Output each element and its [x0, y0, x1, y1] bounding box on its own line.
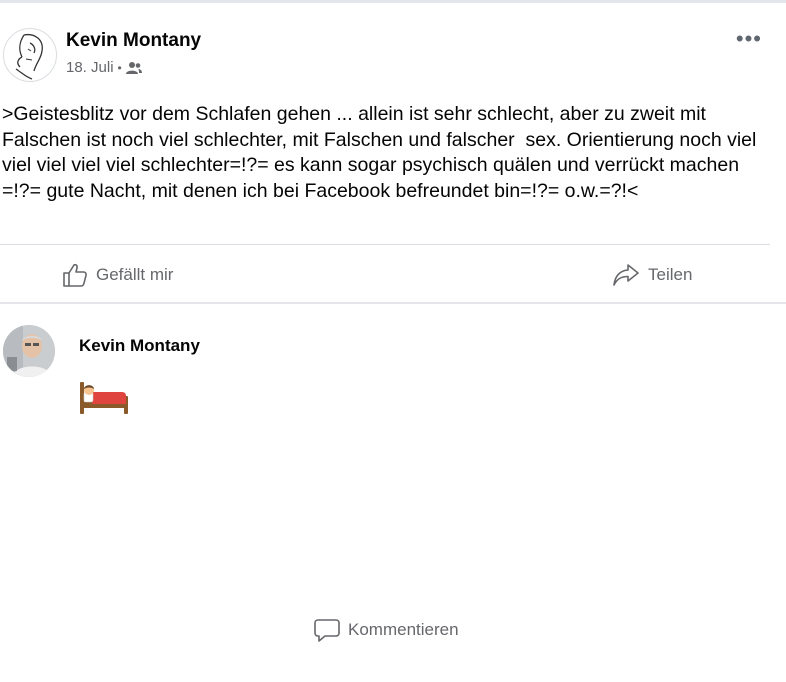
post-divider	[0, 244, 770, 245]
share-label: Teilen	[648, 265, 693, 284]
friends-icon	[125, 61, 142, 74]
person-photo-icon	[3, 325, 55, 377]
top-divider	[0, 0, 786, 3]
bed-emoji-icon	[78, 376, 130, 421]
share-button[interactable]: Teilen	[612, 256, 692, 294]
sketch-face-icon	[15, 33, 43, 80]
more-options-icon[interactable]: •••	[736, 26, 762, 52]
comment-label: Kommentieren	[348, 620, 459, 639]
thumbs-up-icon	[63, 263, 87, 287]
comment-author-name[interactable]: Kevin Montany	[79, 336, 200, 356]
commenter-avatar[interactable]	[3, 325, 55, 377]
post-author-name[interactable]: Kevin Montany	[66, 30, 201, 52]
comment-button[interactable]: Kommentieren	[314, 578, 786, 682]
like-label: Gefällt mir	[96, 265, 174, 284]
post-text: >Geistesblitz vor dem Schlafen gehen ...…	[2, 103, 762, 202]
post-date[interactable]: 18. Juli	[66, 59, 114, 76]
share-arrow-icon	[613, 264, 639, 286]
post-header: Kevin Montany 18. Juli • •••	[0, 22, 786, 86]
post-meta: 18. Juli •	[66, 59, 142, 76]
meta-separator: •	[117, 60, 122, 75]
like-button[interactable]: Gefällt mir	[62, 256, 173, 294]
post-actions-bar: Gefällt mir Kommentieren Teilen	[0, 256, 786, 642]
author-avatar[interactable]	[3, 28, 57, 82]
section-divider	[0, 302, 786, 304]
comment-bubble-icon	[314, 619, 340, 642]
comment-item: Kevin Montany	[0, 322, 786, 426]
